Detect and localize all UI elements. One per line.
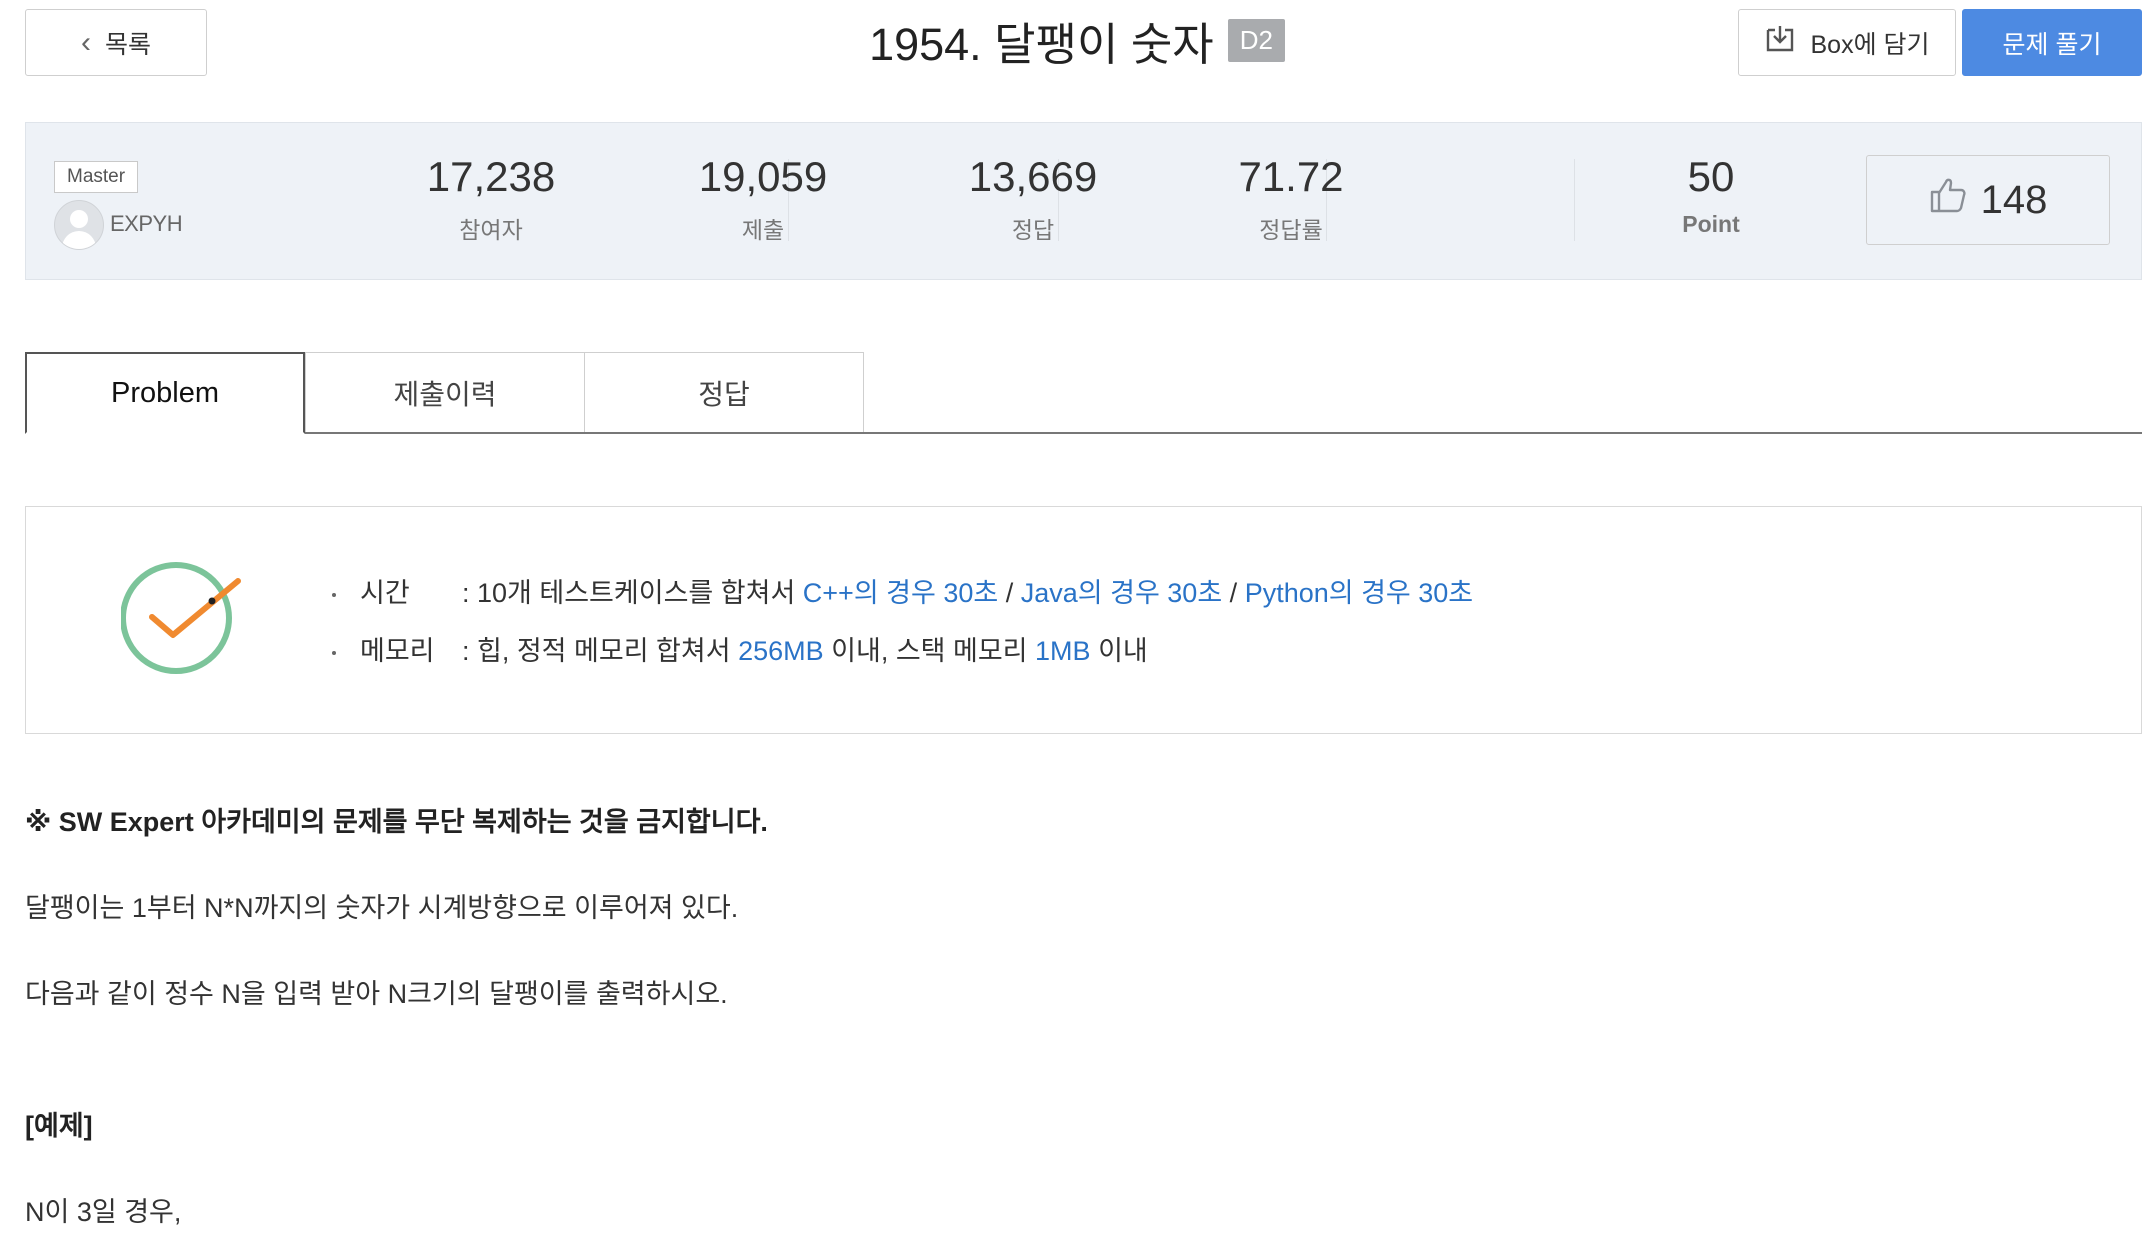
accuracy-label: 정답률 bbox=[1259, 217, 1323, 243]
bullet-icon bbox=[332, 650, 336, 655]
separator: / bbox=[1222, 578, 1245, 608]
time-limit-prefix: : 10개 테스트케이스를 합쳐서 bbox=[462, 578, 803, 608]
add-to-box-button[interactable]: Box에 담기 bbox=[1738, 9, 1956, 76]
participants-stat: 17,238 참여자 bbox=[406, 153, 576, 245]
submissions-count: 19,059 bbox=[698, 153, 828, 200]
problem-stats-panel: Master EXPYH 17,238 참여자 19,059 제출 13,669… bbox=[25, 122, 2142, 280]
problem-paragraph: 다음과 같이 정수 N을 입력 받아 N크기의 달팽이를 출력하시오. bbox=[25, 979, 728, 1009]
memory-limit-middle: 이내, 스택 메모리 bbox=[823, 636, 1036, 666]
tab-submission-history[interactable]: 제출이력 bbox=[305, 352, 585, 432]
time-limit-row: 시간 : 10개 테스트케이스를 합쳐서 C++의 경우 30초 / Java의 … bbox=[306, 571, 1473, 610]
correct-label: 정답 bbox=[1011, 217, 1055, 243]
memory-limit-row: 메모리: 힙, 정적 메모리 합쳐서 256MB 이내, 스택 메모리 1MB … bbox=[306, 629, 1148, 668]
submissions-stat: 19,059 제출 bbox=[678, 153, 848, 245]
problem-paragraph: 달팽이는 1부터 N*N까지의 숫자가 시계방향으로 이루어져 있다. bbox=[25, 893, 739, 923]
separator: / bbox=[998, 578, 1021, 608]
participants-count: 17,238 bbox=[426, 153, 556, 200]
page-title: 1954. 달팽이 숫자 bbox=[869, 19, 1214, 70]
example-heading: [예제] bbox=[25, 1111, 93, 1141]
box-button-label: Box에 담기 bbox=[1810, 30, 1930, 59]
submissions-label: 제출 bbox=[741, 217, 785, 243]
check-icon bbox=[120, 557, 251, 682]
limits-box: 시간 : 10개 테스트케이스를 합쳐서 C++의 경우 30초 / Java의 … bbox=[25, 506, 2142, 734]
correct-count: 13,669 bbox=[968, 153, 1098, 200]
point-stat: 50 Point bbox=[1656, 153, 1766, 238]
cpp-time-limit: C++의 경우 30초 bbox=[802, 578, 999, 608]
difficulty-badge: D2 bbox=[1227, 19, 1285, 62]
level-badge: Master bbox=[54, 161, 139, 193]
thumbs-up-icon bbox=[1929, 176, 1967, 224]
memory-limit-prefix: : 힙, 정적 메모리 합쳐서 bbox=[462, 636, 739, 666]
point-label: Point bbox=[1682, 211, 1740, 237]
avatar bbox=[54, 200, 104, 250]
like-button[interactable]: 148 bbox=[1866, 155, 2110, 245]
stack-memory-limit: 1MB bbox=[1035, 636, 1091, 666]
memory-limit-label: 메모리 bbox=[360, 636, 435, 666]
tab-problem[interactable]: Problem bbox=[25, 352, 305, 434]
solve-problem-button[interactable]: 문제 풀기 bbox=[1962, 9, 2142, 76]
copyright-notice: ※ SW Expert 아카데미의 문제를 무단 복제하는 것을 금지합니다. bbox=[25, 807, 768, 837]
correct-stat: 13,669 정답 bbox=[948, 153, 1118, 245]
point-value: 50 bbox=[1687, 153, 1735, 200]
tab-answer[interactable]: 정답 bbox=[584, 352, 864, 432]
memory-limit-suffix: 이내 bbox=[1090, 636, 1148, 666]
bullet-icon bbox=[332, 592, 336, 597]
python-time-limit: Python의 경우 30초 bbox=[1244, 578, 1474, 608]
stat-divider bbox=[1574, 159, 1575, 241]
java-time-limit: Java의 경우 30초 bbox=[1020, 578, 1223, 608]
accuracy-rate: 71.72 bbox=[1238, 153, 1344, 200]
author-name[interactable]: EXPYH bbox=[110, 211, 183, 237]
like-count: 148 bbox=[1980, 177, 2048, 222]
solve-button-label: 문제 풀기 bbox=[2002, 30, 2102, 59]
heap-memory-limit: 256MB bbox=[738, 636, 824, 666]
accuracy-stat: 71.72 정답률 bbox=[1206, 153, 1376, 245]
tab-bar: Problem 제출이력 정답 bbox=[25, 352, 2142, 434]
example-paragraph: N이 3일 경우, bbox=[25, 1197, 182, 1227]
download-box-icon bbox=[1764, 24, 1796, 61]
time-limit-label: 시간 bbox=[360, 578, 410, 608]
participants-label: 참여자 bbox=[459, 217, 523, 243]
